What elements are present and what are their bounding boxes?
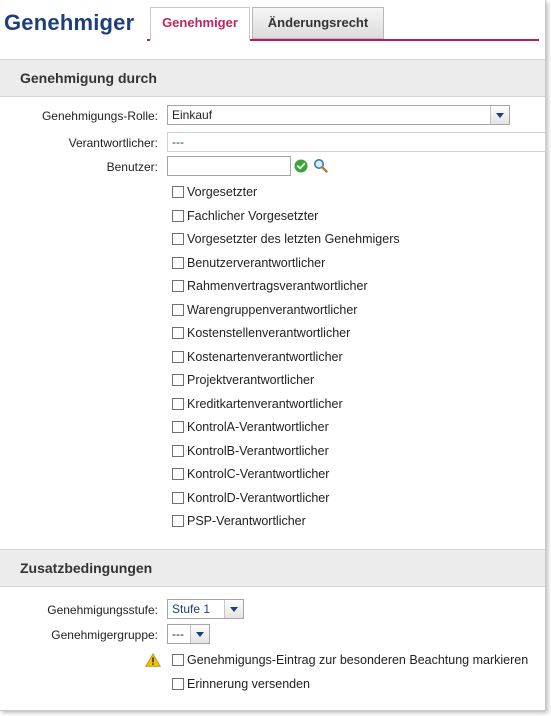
option-label: KontrolB-Verantwortlicher <box>187 444 329 458</box>
option-label: KontrolD-Verantwortlicher <box>187 491 330 505</box>
checkbox[interactable] <box>172 257 184 269</box>
checkbox[interactable] <box>172 445 184 457</box>
chevron-down-icon[interactable] <box>224 600 243 618</box>
level-select-value: Stufe 1 <box>172 602 211 616</box>
checkbox[interactable] <box>172 468 184 480</box>
checkbox[interactable] <box>172 280 184 292</box>
option-label: Vorgesetzter des letzten Genehmigers <box>187 232 400 246</box>
option-label: Vorgesetzter <box>187 185 258 199</box>
responsible-value: --- <box>167 132 546 152</box>
option-label: Warengruppenverantwortlicher <box>187 303 358 317</box>
reminder-label: Erinnerung versenden <box>187 677 310 691</box>
section-approval-header: Genehmigung durch <box>0 59 545 97</box>
option-label: Projektverantwortlicher <box>187 373 315 387</box>
option-label: Kreditkartenverantwortlicher <box>187 397 343 411</box>
tab-aenderungsrecht[interactable]: Änderungsrecht <box>252 7 384 39</box>
section-conditions-header: Zusatzbedingungen <box>0 549 545 587</box>
checkbox[interactable] <box>172 492 184 504</box>
page-title: Genehmiger <box>4 10 135 35</box>
checkbox[interactable] <box>172 186 184 198</box>
checkbox[interactable] <box>172 515 184 527</box>
user-input[interactable] <box>167 156 291 176</box>
role-select-value: Einkauf <box>172 108 213 122</box>
level-select[interactable]: Stufe 1 <box>167 599 244 619</box>
chevron-down-icon[interactable] <box>490 106 509 124</box>
option-label: Rahmenvertragsverantwortlicher <box>187 279 368 293</box>
group-label: Genehmigergruppe: <box>51 628 158 642</box>
level-label: Genehmigungsstufe: <box>47 603 158 617</box>
checkbox[interactable] <box>172 210 184 222</box>
mark-special-label: Genehmigungs-Eintrag zur besonderen Beac… <box>187 653 529 667</box>
section-approval-title: Genehmigung durch <box>20 70 157 86</box>
checkbox[interactable] <box>172 233 184 245</box>
section-conditions-title: Zusatzbedingungen <box>20 560 153 576</box>
option-label: Kostenartenverantwortlicher <box>187 350 343 364</box>
responsible-label: Verantwortlicher: <box>68 136 158 150</box>
option-label: Fachlicher Vorgesetzter <box>187 209 319 223</box>
checkbox[interactable] <box>172 304 184 316</box>
option-label: PSP-Verantwortlicher <box>187 514 306 528</box>
group-select[interactable]: --- <box>167 624 210 644</box>
role-label: Genehmigungs-Rolle: <box>41 109 158 123</box>
role-select[interactable]: Einkauf <box>167 105 510 125</box>
reminder-checkbox[interactable] <box>172 678 184 690</box>
mark-special-checkbox[interactable] <box>172 654 184 666</box>
option-label: KontrolA-Verantwortlicher <box>187 420 329 434</box>
option-label: Benutzerverantwortlicher <box>187 256 326 270</box>
checkbox[interactable] <box>172 398 184 410</box>
approver-panel: Genehmiger Genehmiger Änderungsrecht Gen… <box>0 0 546 711</box>
checkbox[interactable] <box>172 421 184 433</box>
checkbox[interactable] <box>172 374 184 386</box>
magnifier-icon[interactable] <box>313 158 328 173</box>
group-select-value: --- <box>172 627 184 641</box>
user-label: Benutzer: <box>106 160 158 174</box>
tab-genehmiger[interactable]: Genehmiger <box>150 7 250 41</box>
checkbox[interactable] <box>172 327 184 339</box>
chevron-down-icon[interactable] <box>190 625 209 643</box>
checkbox[interactable] <box>172 351 184 363</box>
warning-triangle-icon <box>145 653 161 667</box>
option-label: KontrolC-Verantwortlicher <box>187 467 330 481</box>
check-circle-icon[interactable] <box>294 159 308 173</box>
option-label: Kostenstellenverantwortlicher <box>187 326 351 340</box>
